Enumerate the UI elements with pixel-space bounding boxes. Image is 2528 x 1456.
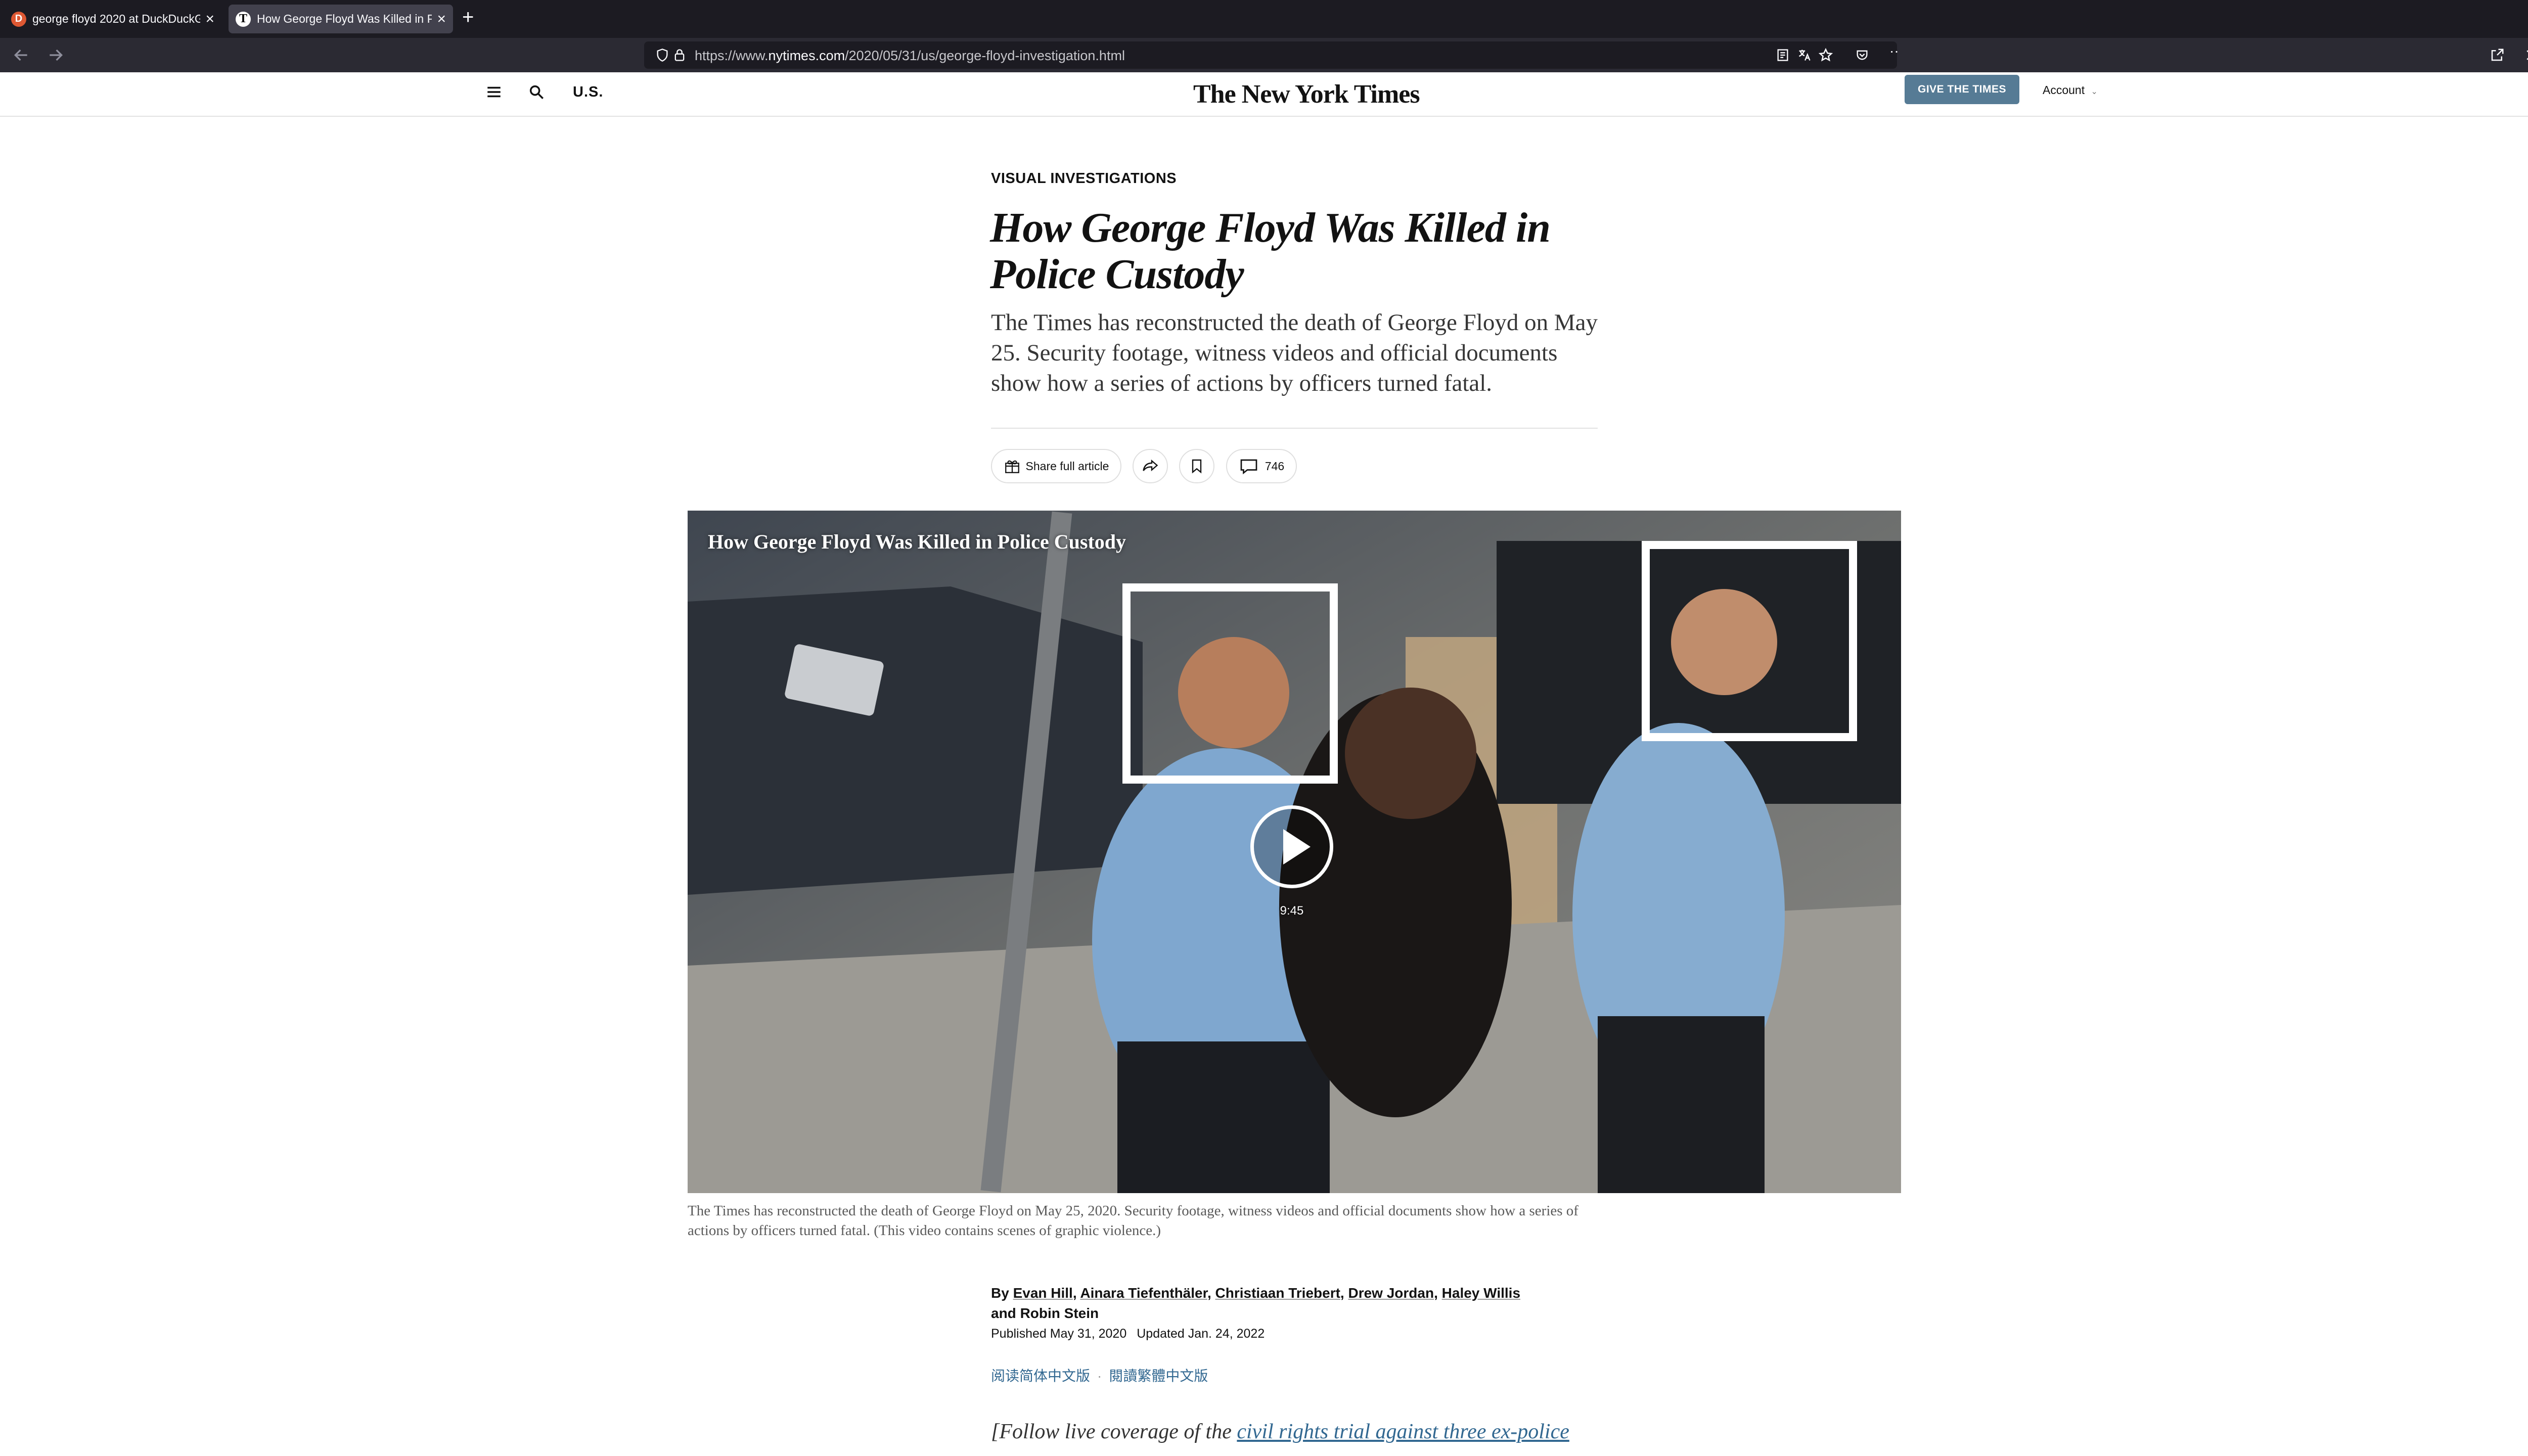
extensions-icon[interactable]	[2490, 48, 2505, 63]
browser-nav-bar: https://www.nytimes.com/2020/05/31/us/ge…	[0, 38, 2528, 72]
video-duration: 9:45	[1280, 904, 1304, 918]
play-icon	[1283, 829, 1311, 864]
account-menu[interactable]: Account ⌄	[2043, 83, 2098, 97]
nyt-header: U.S. The New York Times GIVE THE TIMES A…	[0, 72, 2528, 117]
author-link[interactable]: Ainara Tiefenthäler	[1080, 1285, 1207, 1301]
bookmark-icon	[1192, 459, 1202, 474]
tab-close-icon[interactable]: ×	[437, 11, 446, 27]
comment-icon	[1240, 459, 1257, 475]
simplified-chinese-link[interactable]: 阅读简体中文版	[991, 1368, 1090, 1384]
chevron-down-icon: ⌄	[2091, 87, 2098, 96]
author-link[interactable]: Christiaan Triebert	[1215, 1285, 1340, 1301]
share-button[interactable]	[1133, 449, 1168, 483]
author-link[interactable]: Evan Hill	[1013, 1285, 1073, 1301]
share-full-article-label: Share full article	[1025, 459, 1109, 473]
forward-icon[interactable]	[46, 45, 66, 65]
translation-links: 阅读简体中文版 · 閱讀繁體中文版	[991, 1365, 1208, 1385]
video-player[interactable]: How George Floyd Was Killed in Police Cu…	[688, 511, 1901, 1193]
search-icon[interactable]	[528, 83, 545, 101]
byline-prefix: By	[991, 1285, 1009, 1301]
video-title: How George Floyd Was Killed in Police Cu…	[708, 530, 1126, 553]
byline-conjunction: and	[991, 1305, 1016, 1321]
share-arrow-icon	[1143, 459, 1158, 472]
share-full-article-button[interactable]: Share full article	[991, 449, 1121, 483]
article-kicker[interactable]: VISUAL INVESTIGATIONS	[991, 170, 1177, 187]
save-bookmark-button[interactable]	[1179, 449, 1214, 483]
play-button[interactable]	[1250, 805, 1333, 888]
follow-text: [Follow live coverage of the	[991, 1420, 1237, 1443]
tab-title: How George Floyd Was Killed in Police Cu…	[257, 12, 432, 25]
tab-close-icon[interactable]: ×	[205, 11, 214, 27]
comments-button[interactable]: 746	[1226, 449, 1297, 483]
comment-count: 746	[1265, 459, 1285, 473]
trial-coverage-link[interactable]: civil rights trial against three ex-poli…	[1237, 1420, 1569, 1443]
article-dates: Published May 31, 2020 Updated Jan. 24, 2…	[991, 1327, 1265, 1341]
author-name: Robin Stein	[1020, 1305, 1099, 1321]
section-link[interactable]: U.S.	[573, 84, 603, 101]
address-bar[interactable]: https://www.nytimes.com/2020/05/31/us/ge…	[644, 41, 1897, 69]
tab-nytimes[interactable]: T How George Floyd Was Killed in Police …	[229, 5, 453, 33]
url-text: https://www.nytimes.com/2020/05/31/us/ge…	[695, 48, 1125, 63]
account-label: Account	[2043, 83, 2085, 97]
divider	[991, 428, 1598, 429]
traditional-chinese-link[interactable]: 閱讀繁體中文版	[1109, 1368, 1208, 1384]
published-date: Published May 31, 2020	[991, 1327, 1127, 1341]
duckduckgo-icon: D	[11, 11, 26, 27]
reader-view-icon[interactable]	[1776, 48, 1790, 62]
gift-icon	[1005, 460, 1019, 473]
updated-date: Updated Jan. 24, 2022	[1137, 1327, 1265, 1341]
new-tab-icon[interactable]: +	[462, 7, 474, 27]
article-summary: The Times has reconstructed the death of…	[991, 309, 1598, 396]
video-caption: The Times has reconstructed the death of…	[688, 1203, 1578, 1239]
author-link[interactable]: Drew Jordan	[1348, 1285, 1434, 1301]
separator: ·	[1097, 1368, 1102, 1384]
translate-icon[interactable]	[1797, 48, 1812, 62]
sections-menu-icon[interactable]	[485, 83, 503, 101]
browser-tab-bar: D george floyd 2020 at DuckDuckGo × T Ho…	[0, 0, 2528, 38]
pocket-icon[interactable]	[1855, 48, 1869, 62]
article-body-intro: [Follow live coverage of the civil right…	[991, 1420, 1569, 1444]
more-icon[interactable]: ··	[1889, 43, 1899, 59]
give-the-times-button[interactable]: GIVE THE TIMES	[1905, 75, 2019, 104]
lock-icon[interactable]	[672, 48, 687, 62]
article-headline: How George Floyd Was Killed in Police Cu…	[990, 204, 1551, 298]
tab-duckduckgo[interactable]: D george floyd 2020 at DuckDuckGo ×	[4, 5, 221, 33]
bookmark-star-icon[interactable]	[1818, 48, 1833, 63]
nyt-logo[interactable]: The New York Times	[1193, 79, 1420, 109]
shield-icon[interactable]	[655, 48, 669, 62]
tab-title: george floyd 2020 at DuckDuckGo	[32, 12, 201, 25]
byline: By Evan Hill, Ainara Tiefenthäler, Chris…	[991, 1285, 1521, 1321]
author-link[interactable]: Haley Willis	[1442, 1285, 1520, 1301]
nyt-icon: T	[236, 11, 251, 27]
overflow-chevrons-icon[interactable]	[2524, 48, 2528, 63]
back-icon[interactable]	[11, 45, 31, 65]
